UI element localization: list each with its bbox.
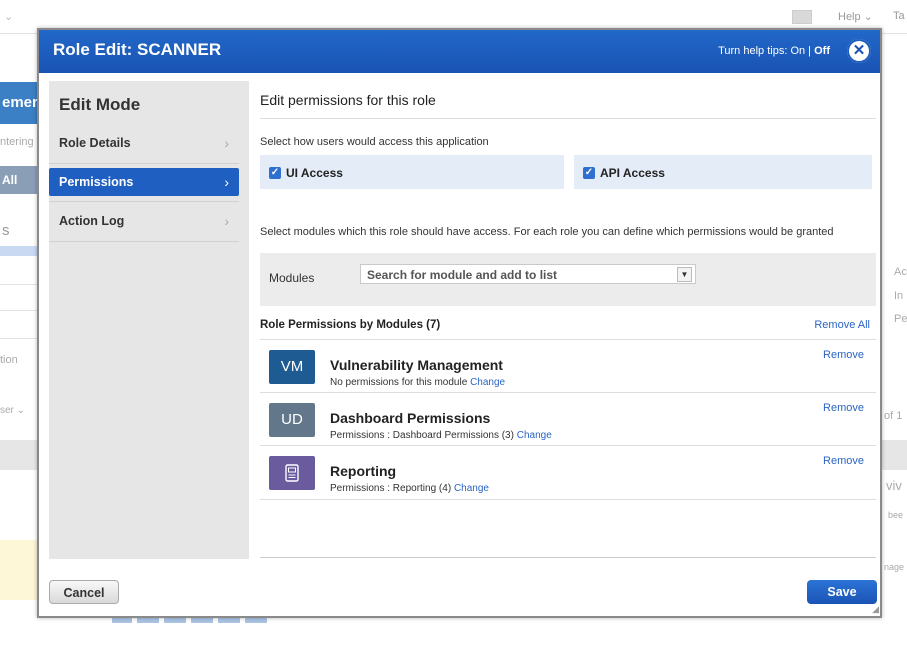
module-name: Vulnerability Management: [330, 357, 503, 373]
resize-handle[interactable]: ◢: [872, 604, 879, 615]
chevron-down-icon[interactable]: ▼: [677, 267, 692, 282]
divider: [260, 499, 876, 500]
change-link[interactable]: Change: [454, 483, 489, 494]
vm-module-icon: VM: [269, 350, 315, 384]
modules-search-bar: Modules Search for module and add to lis…: [260, 253, 876, 306]
module-permissions-summary: No permissions for this module Change: [330, 377, 506, 388]
modules-label: Modules: [269, 271, 315, 285]
sidebar-heading: Edit Mode: [59, 95, 141, 114]
module-row-reporting: Reporting Permissions : Reporting (4) Ch…: [260, 445, 876, 499]
chevron-down-icon: ⌄: [4, 11, 14, 23]
role-edit-dialog: Role Edit: SCANNER Turn help tips: On | …: [37, 28, 882, 618]
dialog-header: Role Edit: SCANNER Turn help tips: On | …: [39, 30, 880, 73]
module-name: Dashboard Permissions: [330, 410, 491, 426]
modules-prompt: Select modules which this role should ha…: [260, 226, 834, 238]
sidebar-item-permissions[interactable]: Permissions ›: [49, 168, 239, 196]
access-prompt: Select how users would access this appli…: [260, 136, 489, 148]
chevron-right-icon: ›: [224, 213, 229, 229]
report-icon: [269, 456, 315, 490]
background-banner: emer: [0, 82, 40, 124]
module-name: Reporting: [330, 463, 397, 479]
background-gray-bar: [880, 440, 907, 470]
close-icon: ✕: [852, 42, 866, 59]
background-text: of 1: [884, 410, 903, 422]
api-access-label: API Access: [600, 166, 665, 180]
chevron-right-icon: ›: [224, 135, 229, 151]
background-notice: [0, 540, 38, 600]
sidebar-item-role-details[interactable]: Role Details ›: [49, 129, 239, 157]
background-highlight: [0, 246, 38, 256]
close-button[interactable]: ✕: [847, 39, 871, 63]
background-text: In: [894, 290, 904, 302]
panel-title: Edit permissions for this role: [260, 92, 436, 108]
module-row-vulnerability-management: VM Vulnerability Management No permissio…: [260, 339, 876, 393]
background-select: ser ⌄: [0, 405, 26, 416]
api-access-option[interactable]: ✓ API Access: [574, 155, 872, 189]
cancel-button[interactable]: Cancel: [49, 580, 119, 604]
change-link[interactable]: Change: [517, 430, 552, 441]
background-gray-bar: [0, 440, 38, 470]
background-text: ntering: [0, 136, 34, 148]
help-menu: Help ⌄: [838, 11, 873, 23]
help-tips-off[interactable]: Off: [814, 45, 830, 57]
mail-icon: [792, 10, 812, 24]
footer-divider: [260, 557, 876, 558]
background-text: Ac: [894, 266, 907, 278]
background-text: bee: [888, 510, 904, 520]
module-permissions-summary: Permissions : Dashboard Permissions (3) …: [330, 430, 552, 441]
role-permissions-title: Role Permissions by Modules (7): [260, 319, 441, 331]
ui-access-label: UI Access: [286, 166, 343, 180]
change-link[interactable]: Change: [470, 377, 505, 388]
background-text: tion: [0, 354, 18, 366]
background-heading: s: [2, 222, 10, 239]
sidebar-divider: [49, 163, 239, 164]
api-access-checkbox[interactable]: ✓: [583, 167, 595, 179]
module-row-dashboard-permissions: UD Dashboard Permissions Permissions : D…: [260, 392, 876, 446]
module-permissions-summary: Permissions : Reporting (4) Change: [330, 483, 489, 494]
remove-all-link[interactable]: Remove All: [814, 319, 870, 331]
sidebar-item-action-log[interactable]: Action Log ›: [49, 207, 239, 235]
remove-link[interactable]: Remove: [823, 349, 864, 361]
divider: [260, 118, 876, 119]
module-search-select[interactable]: Search for module and add to list ▼: [360, 264, 696, 284]
background-text: nage: [884, 562, 905, 572]
save-button[interactable]: Save: [807, 580, 877, 604]
chevron-right-icon: ›: [224, 174, 229, 190]
ud-module-icon: UD: [269, 403, 315, 437]
remove-link[interactable]: Remove: [823, 455, 864, 467]
sidebar-divider: [49, 241, 239, 242]
background-text: viv: [886, 478, 902, 493]
module-search-placeholder: Search for module and add to list: [367, 268, 558, 282]
help-tips-on[interactable]: On: [790, 45, 805, 57]
help-tips-toggle: Turn help tips: On | Off: [718, 45, 830, 57]
ui-access-checkbox[interactable]: ✓: [269, 167, 281, 179]
remove-link[interactable]: Remove: [823, 402, 864, 414]
sidebar-divider: [49, 201, 239, 202]
ui-access-option[interactable]: ✓ UI Access: [260, 155, 564, 189]
sidebar: Edit Mode Role Details › Permissions › A…: [49, 81, 249, 559]
background-menu-ta: Ta: [893, 10, 905, 22]
background-divider: [0, 284, 38, 285]
background-text: Pe: [894, 313, 907, 325]
background-filter-all: All (19): [0, 166, 40, 215]
dialog-title: Role Edit: SCANNER: [53, 40, 222, 59]
background-divider: [0, 310, 38, 311]
background-divider: [0, 338, 38, 339]
permissions-panel: Edit permissions for this role Select ho…: [260, 81, 876, 559]
